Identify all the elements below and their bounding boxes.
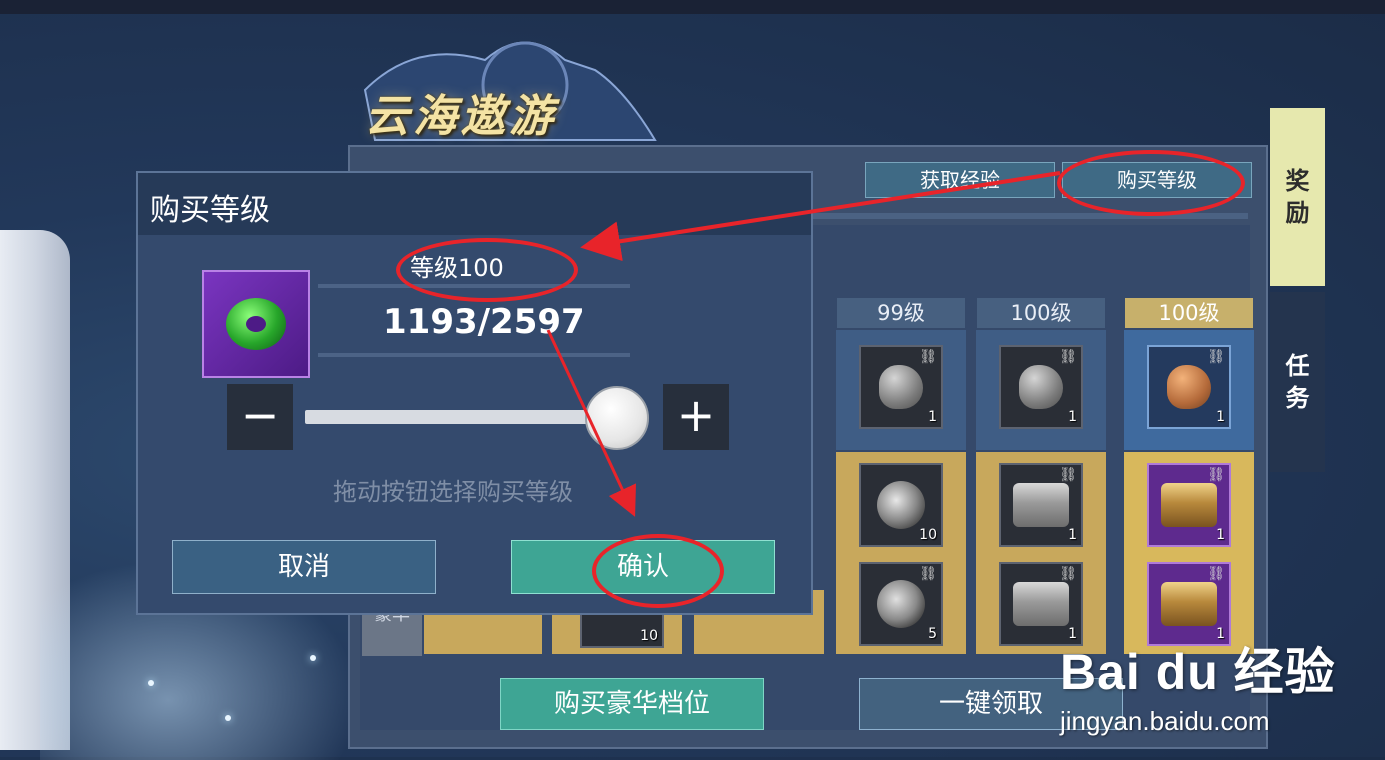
sparkle — [148, 680, 154, 686]
gain-exp-button[interactable]: 获取经验 — [865, 162, 1055, 198]
divider-line — [318, 353, 630, 357]
level-column-header: 100级 — [977, 298, 1105, 328]
tab-task-label: 任 务 — [1285, 352, 1310, 412]
link-icon: ⛓ — [1207, 566, 1225, 582]
item-count: 1 — [1216, 527, 1225, 543]
item-count: 1 — [928, 409, 937, 425]
reward-item[interactable]: ⛓ 1 — [1147, 345, 1231, 429]
orange-rock-icon — [1167, 365, 1211, 409]
reward-item[interactable]: ⛓ 1 — [1147, 463, 1231, 547]
gold-chest-icon — [1161, 582, 1217, 626]
grey-rock-icon — [879, 365, 923, 409]
item-count: 1 — [1068, 527, 1077, 543]
cancel-button[interactable]: 取消 — [172, 540, 436, 594]
tab-reward-label: 奖 励 — [1285, 167, 1310, 227]
link-icon: ⛓ — [919, 566, 937, 582]
tab-task[interactable]: 任 务 — [1270, 292, 1325, 472]
annotation-circle-buy-level — [1057, 150, 1245, 216]
item-count: 10 — [919, 527, 937, 543]
item-count: 5 — [928, 626, 937, 642]
link-icon: ⛓ — [919, 349, 937, 365]
decrease-level-button[interactable]: − — [227, 384, 293, 450]
silver-ring-icon — [877, 580, 925, 628]
increase-level-button[interactable]: + — [663, 384, 729, 450]
annotation-circle-level — [396, 238, 578, 302]
jade-item-icon — [202, 270, 310, 378]
silver-chest-icon — [1013, 582, 1069, 626]
slider-hint-text: 拖动按钮选择购买等级 — [333, 478, 573, 506]
reward-item[interactable]: ⛓ 1 — [999, 463, 1083, 547]
link-icon: ⛓ — [1059, 349, 1077, 365]
swirl-token-icon — [877, 481, 925, 529]
event-logo-title: 云海遨游 — [365, 91, 557, 142]
reward-item[interactable]: 10 — [859, 463, 943, 547]
link-icon: ⛓ — [1207, 467, 1225, 483]
annotation-circle-confirm — [592, 534, 724, 608]
watermark-url: jingyan.baidu.com — [1060, 706, 1270, 736]
exp-progress-text: 1193/2597 — [383, 302, 585, 342]
level-column-header: 100级 — [1125, 298, 1253, 328]
item-count: 1 — [1216, 409, 1225, 425]
gold-chest-icon — [1161, 483, 1217, 527]
level-slider-knob[interactable] — [585, 386, 649, 450]
sparkle — [225, 715, 231, 721]
item-count: 10 — [640, 628, 658, 644]
level-column-header: 99级 — [837, 298, 965, 328]
grey-rock-icon — [1019, 365, 1063, 409]
watermark-brand: Bai du 经验 — [1060, 644, 1336, 700]
silver-chest-icon — [1013, 483, 1069, 527]
buy-deluxe-tier-button[interactable]: 购买豪华档位 — [500, 678, 764, 730]
dialog-header: 购买等级 — [138, 173, 811, 235]
item-count: 1 — [1068, 409, 1077, 425]
link-icon: ⛓ — [1207, 349, 1225, 365]
baidu-watermark: Bai du 经验 jingyan.baidu.com — [1060, 632, 1336, 737]
reward-item[interactable]: ⛓ 1 — [999, 345, 1083, 429]
tab-reward[interactable]: 奖 励 — [1270, 108, 1325, 286]
top-bar — [0, 0, 1385, 14]
jade-hole — [246, 316, 266, 332]
reward-item[interactable]: ⛓ 1 — [859, 345, 943, 429]
link-icon: ⛓ — [1059, 566, 1077, 582]
sparkle — [310, 655, 316, 661]
reward-item[interactable]: ⛓ 5 — [859, 562, 943, 646]
link-icon: ⛓ — [1059, 467, 1077, 483]
dialog-title: 购买等级 — [150, 193, 270, 228]
